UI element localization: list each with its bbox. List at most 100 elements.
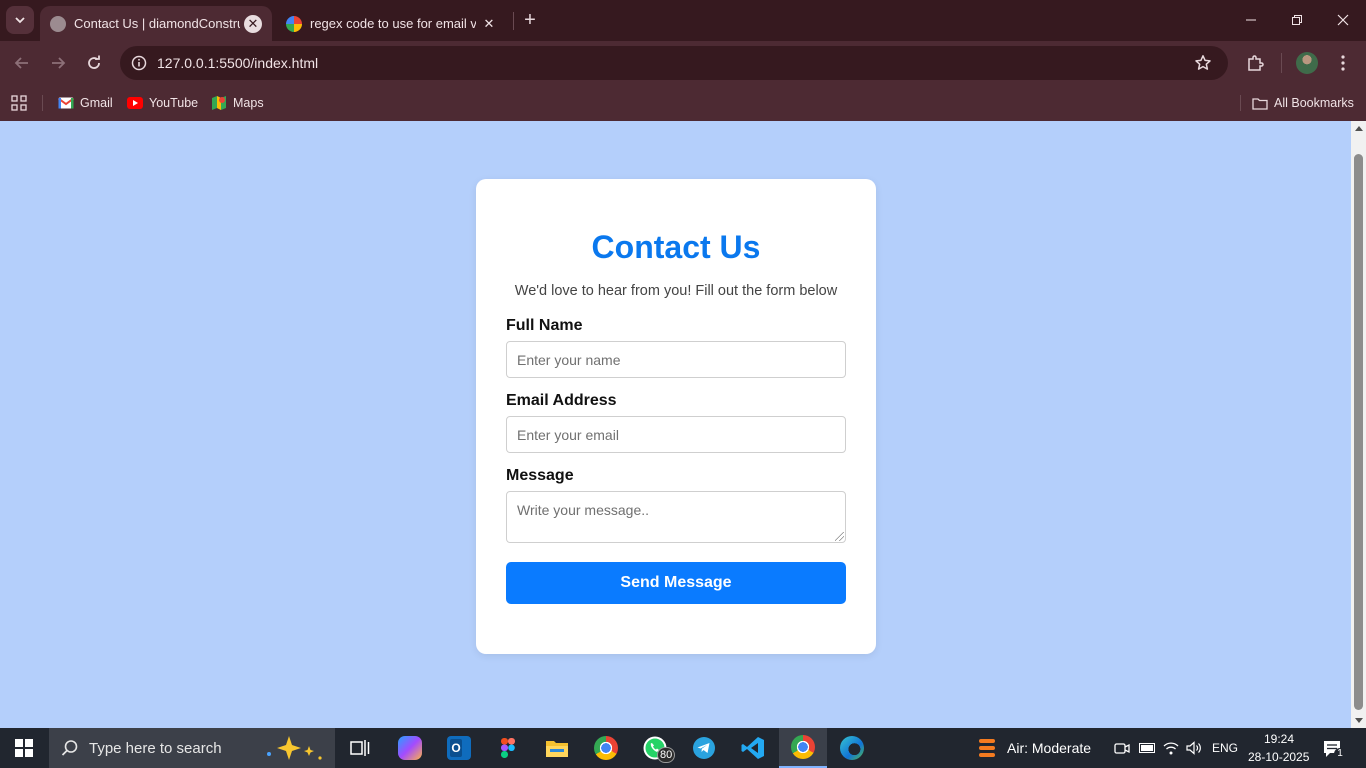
page-scrollbar[interactable] [1351,121,1366,728]
extensions-button[interactable] [1241,49,1269,77]
notifications-button[interactable]: 1 [1318,736,1348,762]
folder-icon [546,741,568,757]
taskbar-telegram[interactable] [680,728,728,768]
tab-separator [513,12,514,30]
message-label: Message [506,467,574,484]
bookmark-maps[interactable]: Maps [211,92,264,114]
tab-search-button[interactable] [6,6,34,34]
tab-title: regex code to use for email vali [310,16,476,31]
profile-button[interactable] [1293,49,1321,77]
edge-icon [840,736,864,760]
close-window-button[interactable] [1320,0,1366,40]
windows-logo-icon [15,739,33,757]
search-placeholder: Type here to search [89,739,222,757]
restore-icon [1292,15,1302,25]
wifi-icon[interactable] [1163,740,1179,756]
taskbar-edge[interactable] [828,728,876,768]
bookmark-separator [42,95,43,111]
all-bookmarks-button[interactable]: All Bookmarks [1252,92,1354,114]
notification-badge: 80 [657,747,676,763]
windows-taskbar: Type here to search O 80 Air: Moderate E… [0,728,1366,768]
maps-icon [211,96,227,110]
google-icon [286,15,302,32]
reload-button[interactable] [80,49,108,77]
start-button[interactable] [0,728,48,768]
page-viewport: Contact Us We'd love to hear from you! F… [0,121,1351,728]
minimize-button[interactable] [1228,0,1274,40]
arrow-right-icon [52,57,66,69]
restore-button[interactable] [1274,0,1320,40]
air-quality-text[interactable]: Air: Moderate [1007,740,1091,756]
chrome-icon [791,735,815,759]
tab-regex[interactable]: regex code to use for email vali ✕ [276,6,508,41]
folder-icon [1252,96,1268,110]
new-tab-button[interactable]: + [519,9,541,31]
volume-icon[interactable] [1186,740,1202,756]
gmail-icon [58,96,74,110]
toolbar-separator [1281,53,1282,73]
scroll-up-arrow-icon[interactable] [1355,126,1363,131]
resize-handle-icon[interactable] [835,532,844,541]
scroll-thumb[interactable] [1354,154,1363,710]
bookmark-gmail[interactable]: Gmail [58,92,113,114]
search-icon [61,740,78,756]
name-label: Full Name [506,317,583,334]
globe-icon [50,15,66,32]
taskbar-file-explorer[interactable] [533,728,581,768]
tab-title: Contact Us | diamondConstruct [74,16,240,31]
apps-grid-icon [11,95,27,111]
scroll-down-arrow-icon[interactable] [1355,718,1363,723]
bookmarks-bar: Gmail YouTube Maps All Bookmarks [0,85,1366,121]
menu-button[interactable] [1329,49,1357,77]
taskbar-chrome-2[interactable] [779,728,827,768]
telegram-icon [693,737,715,759]
taskbar-vscode[interactable] [729,728,777,768]
address-bar[interactable]: 127.0.0.1:5500/index.html [120,46,1228,80]
email-label: Email Address [506,392,617,409]
figma-icon [501,738,515,758]
email-input[interactable] [506,416,846,453]
back-button[interactable] [8,49,36,77]
language-indicator[interactable]: ENG [1212,741,1238,755]
clock-time[interactable]: 19:24 [1264,732,1294,746]
chevron-down-icon [15,17,25,24]
arrow-left-icon [14,57,28,69]
taskbar-search-box[interactable]: Type here to search [49,728,335,768]
kebab-menu-icon [1341,55,1345,71]
vscode-icon [741,737,764,759]
clock-date[interactable]: 28-10-2025 [1248,750,1309,764]
contact-card: Contact Us We'd love to hear from you! F… [476,179,876,654]
copilot-sparkle-icon [267,736,322,760]
apps-button[interactable] [11,92,27,114]
puzzle-icon [1248,55,1264,71]
taskbar-copilot[interactable] [386,728,434,768]
bookmark-youtube[interactable]: YouTube [127,92,198,114]
meet-now-icon[interactable] [1114,740,1130,756]
all-bookmarks-label: All Bookmarks [1274,96,1354,110]
site-info-icon[interactable] [130,54,148,72]
minimize-icon [1246,19,1256,21]
send-message-button[interactable]: Send Message [506,562,846,604]
reload-icon [88,55,100,69]
bookmark-label: Maps [233,96,264,110]
close-icon [1337,14,1349,26]
battery-icon[interactable] [1139,740,1155,756]
close-tab-icon[interactable]: ✕ [480,15,498,33]
close-tab-icon[interactable]: ✕ [244,14,262,33]
taskbar-figma[interactable] [484,728,532,768]
taskbar-outlook[interactable]: O [435,728,483,768]
page-subtitle: We'd love to hear from you! Fill out the… [514,283,838,299]
copilot-icon [398,736,422,760]
taskbar-chrome-1[interactable] [582,728,630,768]
forward-button[interactable] [44,49,72,77]
bookmark-star-icon[interactable] [1192,52,1214,74]
tab-contact-us[interactable]: Contact Us | diamondConstruct ✕ [40,6,272,41]
message-textarea[interactable] [506,491,846,543]
task-view-button[interactable] [336,728,384,768]
bookmark-label: YouTube [149,96,199,110]
tab-strip: Contact Us | diamondConstruct ✕ regex co… [0,0,1366,41]
taskbar-whatsapp[interactable]: 80 [631,728,679,768]
name-input[interactable] [506,341,846,378]
bookmark-separator [1240,95,1241,111]
air-quality-icon [979,739,995,757]
